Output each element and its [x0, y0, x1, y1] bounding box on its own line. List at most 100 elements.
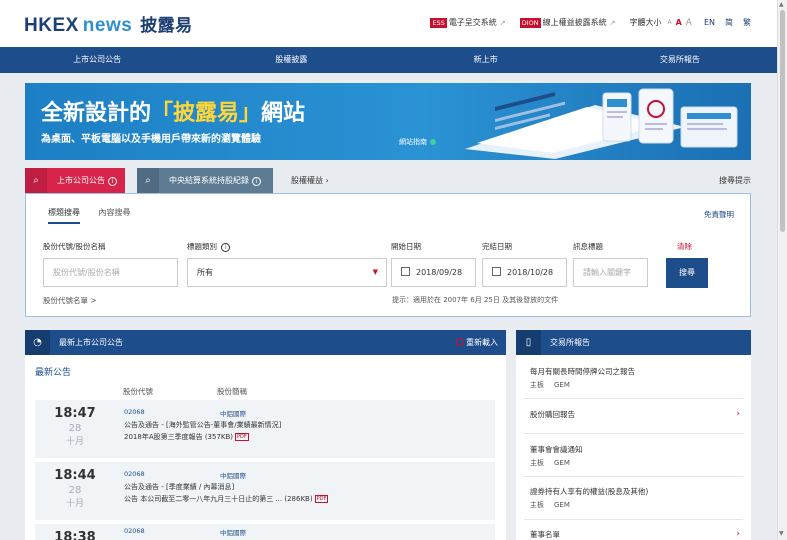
category-label-text: 標題類別	[187, 242, 217, 251]
logo-hkex-text: HKEX	[24, 15, 79, 36]
nav-new-listings[interactable]: 新上市	[389, 47, 583, 73]
announcement-row[interactable]: 18:44 28 十月 02068 中鋁國際 公告及通告 - [季度業績 / 內…	[35, 462, 495, 520]
info-icon[interactable]: i	[221, 243, 231, 252]
gem-link[interactable]: GEM	[554, 459, 570, 467]
search-mode-tabs: 標題搜尋 內容搜尋	[48, 207, 131, 224]
font-size-small[interactable]: A	[667, 19, 671, 26]
time-value: 18:38	[54, 530, 96, 540]
devices-illustration	[465, 88, 738, 159]
announcement-title[interactable]: 2018年A股第三季度報告 (357KB) PDF	[124, 432, 249, 442]
time-value: 18:44	[54, 468, 96, 483]
to-date-input[interactable]: 2018/10/28	[482, 258, 567, 287]
stock-input[interactable]: 股份代號/股份名稱	[43, 258, 178, 287]
column-header-code: 股份代號	[123, 387, 153, 396]
refresh-button[interactable]: 重新載入	[456, 330, 498, 355]
month-value: 十月	[65, 499, 84, 509]
promo-banner[interactable]: 全新設計的「披露易」網站 為桌面、平板電腦以及手機用戶帶來新的瀏覽體驗 網站指南	[25, 83, 751, 160]
clock-icon: ◔	[25, 330, 50, 355]
banner-title-pre: 全新設計的	[41, 101, 152, 126]
font-size-label: 字體大小	[629, 18, 662, 27]
report-item-label: 董事名單	[530, 530, 560, 539]
ess-link[interactable]: ESS 電子呈交系統 ↗	[430, 17, 506, 28]
tab-ccass-label: 中央結算系統持股紀錄	[169, 176, 249, 185]
main-board-link[interactable]: 主板	[530, 381, 544, 389]
reports-panel-title: 交易所報告	[550, 338, 590, 347]
tab-content-search[interactable]: 內容搜尋	[99, 207, 131, 218]
to-date-value: 2018/10/28	[507, 268, 554, 277]
chevron-down-icon: ▼	[372, 268, 378, 276]
tab-ccass-shareholding[interactable]: ⌕ 中央結算系統持股紀錄 i	[137, 168, 273, 193]
report-item[interactable]: 董事名單 ›	[530, 529, 740, 540]
lang-tc[interactable]: 繁	[743, 17, 751, 28]
page: HKEX news 披露易 ESS 電子呈交系統 ↗ DION 線上權益披露系統 …	[0, 0, 787, 540]
report-item-label: 證券持有人享有的權益(股息及其他)	[530, 487, 649, 496]
lang-sc[interactable]: 简	[725, 17, 733, 28]
info-icon[interactable]: i	[252, 177, 261, 186]
refresh-checkbox-icon	[456, 339, 463, 346]
search-tabs: ⌕ 上市公司公告 i ⌕ 中央結算系統持股紀錄 i 股權權益 › 搜尋提示	[25, 168, 751, 193]
carousel-dots	[381, 150, 397, 160]
stock-code[interactable]: 02068	[124, 527, 145, 535]
refresh-label: 重新載入	[466, 338, 498, 347]
stock-list-link[interactable]: 股份代號名單 >	[43, 295, 97, 306]
stock-name[interactable]: 中鋁國際	[220, 527, 246, 537]
document-icon: ▯	[516, 330, 541, 355]
info-icon[interactable]: i	[108, 177, 117, 186]
keyword-input[interactable]: 請輸入關鍵字	[573, 258, 648, 287]
gem-link[interactable]: GEM	[554, 501, 570, 509]
announcement-title[interactable]: 公告 本公司截至二零一八年九月三十日止的第三 ... (286KB) PDF	[124, 494, 329, 504]
nav-exchange-reports[interactable]: 交易所報告	[583, 47, 777, 73]
scrollbar-thumb[interactable]	[780, 10, 785, 232]
tab-title-search[interactable]: 標題搜尋	[48, 207, 80, 224]
to-date-label: 完結日期	[482, 242, 512, 251]
scroll-down-icon[interactable]: ▼	[779, 530, 784, 537]
stock-code[interactable]: 02068	[124, 470, 145, 478]
site-guide-dot-icon	[430, 139, 436, 145]
from-date-input[interactable]: 2018/09/28	[391, 258, 476, 287]
report-item[interactable]: 股份購回報告 ›	[530, 409, 740, 420]
clear-button[interactable]: 清除	[677, 241, 692, 252]
search-tips-link[interactable]: 搜尋提示	[719, 168, 751, 193]
equity-interests-link[interactable]: 股權權益 ›	[291, 168, 329, 193]
page-scrollbar[interactable]: ▲ ▼	[777, 0, 787, 540]
pdf-icon: PDF	[235, 433, 249, 441]
font-size-large[interactable]: A	[686, 18, 692, 28]
announcement-row[interactable]: 18:47 28 十月 02068 中鋁國際 公告及通告 - [海外監管公告-董…	[35, 400, 495, 458]
column-header-name: 股份簡稱	[217, 387, 247, 396]
tab-listed-announcements[interactable]: ⌕ 上市公司公告 i	[25, 168, 125, 193]
nav-disclosure-of-interests[interactable]: 股權披露	[194, 47, 388, 73]
reports-panel-header: ▯ 交易所報告	[516, 330, 751, 355]
stock-name[interactable]: 中鋁國際	[220, 470, 246, 480]
report-item[interactable]: 證券持有人享有的權益(股息及其他) 主板 GEM	[530, 486, 740, 510]
gem-link[interactable]: GEM	[554, 381, 570, 389]
announcement-time: 18:44 28 十月	[35, 468, 115, 509]
exchange-reports-panel: ▯ 交易所報告 每月有關長時間停牌公司之報告 主板 GEM 股份購回報告 › 董事會…	[516, 330, 751, 540]
main-board-link[interactable]: 主板	[530, 501, 544, 509]
category-select[interactable]: 所有 ▼	[187, 258, 387, 287]
nav-listed-announcements[interactable]: 上市公司公告	[0, 47, 194, 73]
site-guide-link[interactable]: 網站指南	[399, 137, 436, 147]
announcement-row[interactable]: 18:38 02068 中鋁國際	[35, 524, 495, 540]
report-item[interactable]: 董事會會議通知 主板 GEM	[530, 444, 740, 468]
disclaimer-link[interactable]: 免責聲明	[704, 209, 734, 220]
stock-name[interactable]: 中鋁國際	[220, 408, 246, 418]
lang-en[interactable]: EN	[704, 18, 715, 27]
divider	[524, 476, 743, 477]
main-board-link[interactable]: 主板	[530, 459, 544, 467]
banner-title-post: 網站	[261, 101, 306, 126]
stock-code[interactable]: 02068	[124, 408, 145, 416]
report-item[interactable]: 每月有關長時間停牌公司之報告 主板 GEM	[530, 366, 740, 390]
stock-label: 股份代號/股份名稱	[43, 242, 106, 251]
search-button[interactable]: 搜尋	[666, 258, 708, 288]
chevron-right-icon: ›	[736, 409, 740, 419]
announcement-category: 公告及通告 - [海外監管公告-董事會/業績最新情況]	[124, 421, 282, 429]
scroll-up-icon[interactable]: ▲	[779, 1, 784, 8]
dion-link[interactable]: DION 線上權益披露系統 ↗	[519, 17, 615, 28]
day-value: 28	[68, 485, 82, 496]
logo-zh-text: 披露易	[140, 16, 193, 35]
ess-label: 電子呈交系統	[448, 18, 497, 27]
dion-label: 線上權益披露系統	[542, 18, 607, 27]
font-size-medium[interactable]: A	[676, 18, 682, 27]
calendar-icon	[401, 267, 410, 276]
hkexnews-logo[interactable]: HKEX news 披露易	[24, 11, 193, 37]
